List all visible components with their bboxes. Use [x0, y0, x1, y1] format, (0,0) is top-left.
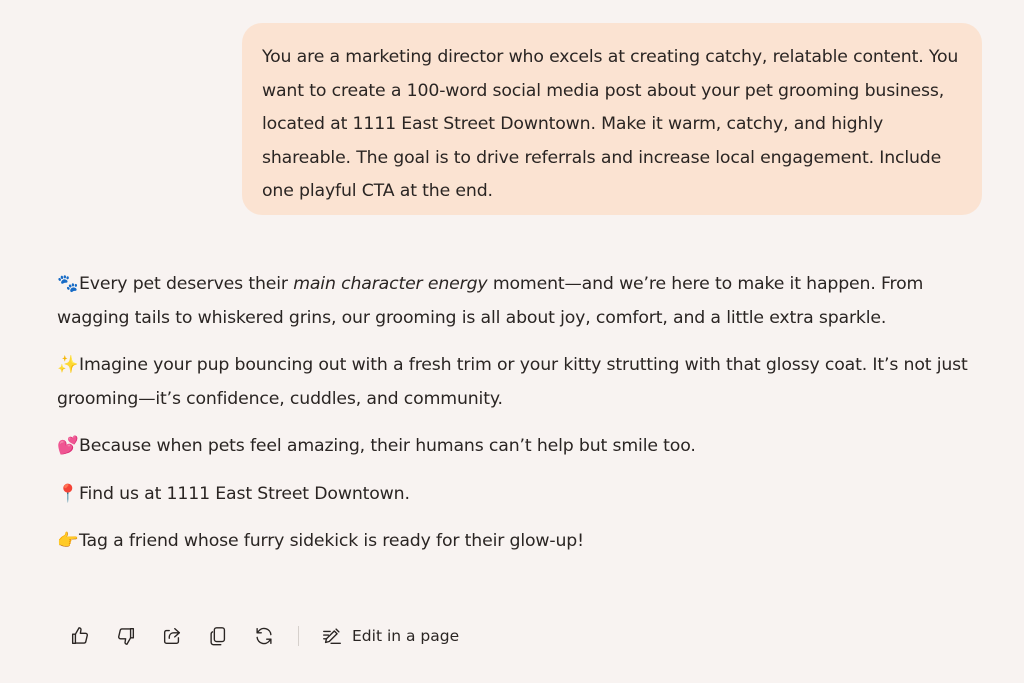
thumbs-down-icon: [118, 627, 135, 645]
regenerate-button[interactable]: [252, 624, 276, 648]
like-button[interactable]: [68, 624, 92, 648]
dislike-button[interactable]: [114, 624, 138, 648]
edit-in-page-label: Edit in a page: [352, 627, 460, 645]
regenerate-icon: [256, 627, 272, 645]
map-pin-icon: 📍: [57, 483, 79, 504]
two-hearts-icon: 💕: [57, 436, 79, 456]
paragraph-1-emphasis: main character energy: [293, 274, 488, 294]
response-paragraph-1: 🐾Every pet deserves their main character…: [57, 268, 992, 335]
user-message-bubble: You are a marketing director who excels …: [242, 23, 982, 215]
response-paragraph-3: 💕Because when pets feel amazing, their h…: [57, 430, 992, 464]
paw-prints-icon: 🐾: [57, 274, 79, 294]
pointing-hand-icon: 👉: [57, 531, 79, 551]
user-message-text: You are a marketing director who excels …: [262, 47, 959, 201]
assistant-response: 🐾Every pet deserves their main character…: [57, 268, 992, 559]
share-button[interactable]: [160, 624, 184, 648]
response-paragraph-2: ✨Imagine your pup bouncing out with a fr…: [57, 349, 992, 416]
toolbar-divider: [298, 626, 299, 646]
response-toolbar: Edit in a page: [68, 620, 459, 652]
copy-button[interactable]: [206, 624, 230, 648]
paragraph-4-text: Find us at 1111 East Street Downtown.: [79, 483, 410, 504]
share-icon: [163, 627, 181, 645]
paragraph-5-text: Tag a friend whose furry sidekick is rea…: [79, 531, 584, 551]
paragraph-2-text: Imagine your pup bouncing out with a fre…: [57, 355, 968, 409]
paragraph-1-text-start: Every pet deserves their: [79, 274, 294, 294]
paragraph-3-text: Because when pets feel amazing, their hu…: [79, 436, 696, 456]
edit-in-page-button[interactable]: Edit in a page: [321, 625, 459, 647]
thumbs-up-icon: [71, 627, 88, 645]
response-paragraph-5: 👉Tag a friend whose furry sidekick is re…: [57, 525, 992, 559]
edit-page-icon: [323, 628, 341, 645]
sparkles-icon: ✨: [57, 355, 79, 375]
copy-icon: [210, 627, 226, 646]
response-paragraph-4: 📍Find us at 1111 East Street Downtown.: [57, 478, 992, 512]
